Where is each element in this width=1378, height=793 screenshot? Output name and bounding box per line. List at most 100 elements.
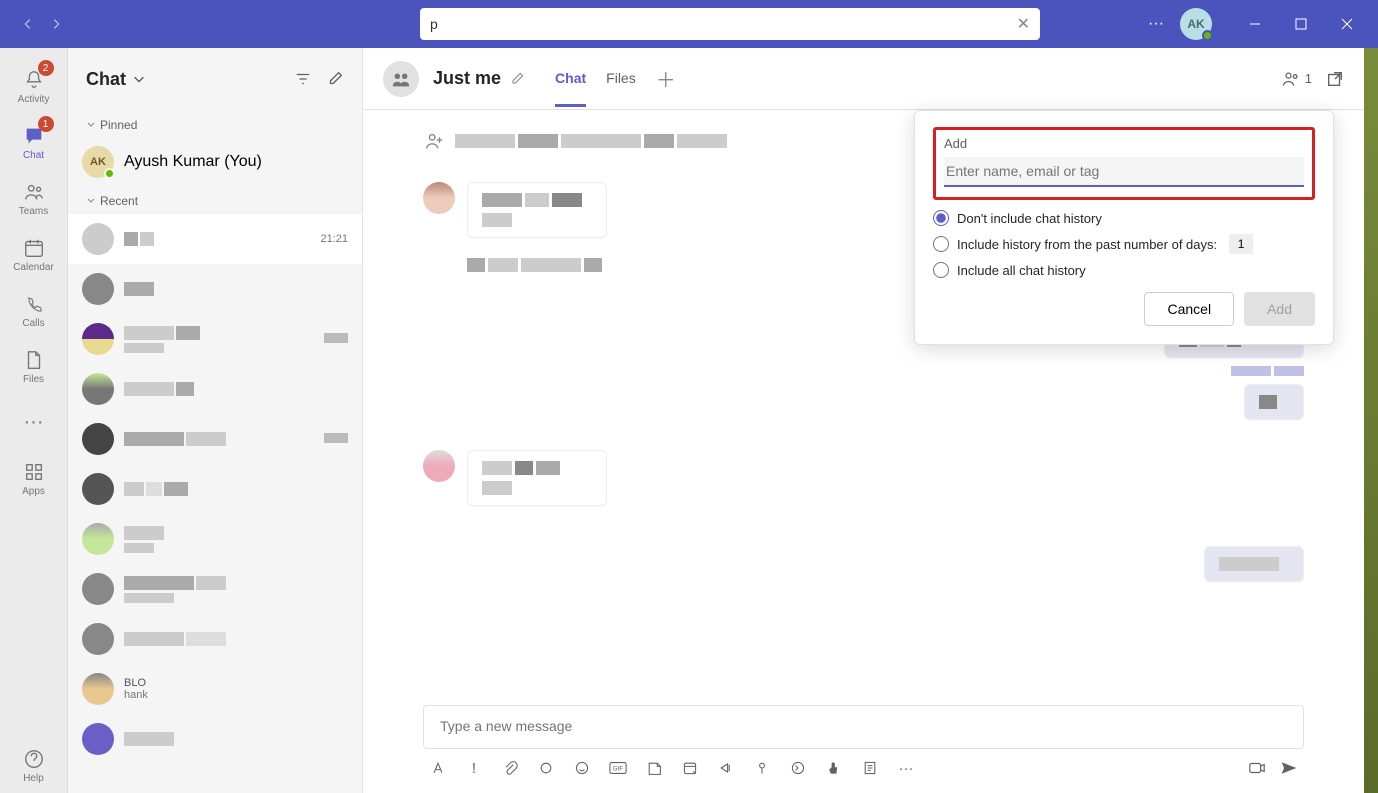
section-label-text: Pinned [100, 118, 137, 132]
chat-item[interactable] [68, 714, 362, 764]
rail-files[interactable]: Files [4, 338, 64, 394]
rail-calls[interactable]: Calls [4, 282, 64, 338]
files-icon [22, 348, 46, 372]
chat-panel-title[interactable]: Chat [86, 69, 146, 90]
pinned-section[interactable]: Pinned [68, 110, 362, 138]
search-box[interactable]: ✕ [420, 8, 1040, 40]
message-avatar [423, 182, 455, 214]
chat-item[interactable] [68, 264, 362, 314]
chat-item[interactable] [68, 414, 362, 464]
rail-help[interactable]: Help [4, 737, 64, 793]
message-row [423, 450, 1304, 506]
compose-input[interactable] [440, 718, 1287, 734]
presence-available-icon [1202, 30, 1213, 41]
participants-button[interactable]: 1 [1281, 69, 1312, 89]
history-option-none[interactable]: Don't include chat history [933, 210, 1315, 226]
more-actions-button[interactable]: ··· [897, 759, 915, 777]
radio-none[interactable] [933, 210, 949, 226]
search-input[interactable] [430, 16, 1017, 32]
days-input[interactable] [1229, 234, 1253, 254]
add-people-popover: Add Don't include chat history Include h… [914, 110, 1334, 345]
settings-more-button[interactable]: ··· [1144, 11, 1168, 37]
message-bubble[interactable] [467, 450, 607, 506]
tab-files[interactable]: Files [606, 51, 636, 107]
emoji-button[interactable] [573, 759, 591, 777]
window-minimize-button[interactable] [1232, 8, 1278, 40]
approval-button[interactable] [753, 759, 771, 777]
cancel-button[interactable]: Cancel [1144, 292, 1234, 326]
stream-button[interactable] [717, 759, 735, 777]
rail-label: Help [23, 773, 44, 784]
nav-forward-button[interactable] [44, 12, 68, 36]
tab-chat[interactable]: Chat [555, 51, 586, 107]
nav-back-button[interactable] [16, 12, 40, 36]
message-bubble-self[interactable] [1204, 546, 1304, 582]
add-button[interactable]: Add [1244, 292, 1315, 326]
edit-name-button[interactable] [509, 71, 525, 87]
caret-down-icon [86, 120, 96, 130]
praise-button[interactable] [825, 759, 843, 777]
popout-button[interactable] [1326, 70, 1344, 88]
rail-apps[interactable]: Apps [4, 450, 64, 506]
send-button[interactable] [1280, 759, 1298, 777]
chat-item[interactable]: BLOhank [68, 664, 362, 714]
rail-label: Apps [22, 486, 45, 497]
attach-button[interactable] [501, 759, 519, 777]
rail-calendar[interactable]: Calendar [4, 226, 64, 282]
pinned-chat-item[interactable]: AK Ayush Kumar (You) [68, 138, 362, 186]
polls-button[interactable] [861, 759, 879, 777]
message-row-self [423, 546, 1304, 582]
video-clip-button[interactable] [1248, 759, 1266, 777]
filter-button[interactable] [294, 70, 312, 88]
svg-text:GIF: GIF [613, 766, 624, 773]
compose-area: ! GIF ··· [363, 693, 1364, 793]
loop-button[interactable] [537, 759, 555, 777]
caret-down-icon [86, 196, 96, 206]
rail-label: Activity [18, 94, 50, 105]
add-tab-button[interactable]: ＋ [656, 64, 676, 93]
gif-button[interactable]: GIF [609, 759, 627, 777]
message-bubble-self[interactable] [1244, 384, 1304, 420]
schedule-button[interactable] [681, 759, 699, 777]
phone-icon [22, 292, 46, 316]
app-rail: Activity 2 Chat 1 Teams Calendar Calls F… [0, 48, 68, 793]
message-bubble[interactable] [467, 182, 607, 238]
radio-all[interactable] [933, 262, 949, 278]
chat-main: Just me Chat Files ＋ 1 hat. [363, 48, 1378, 793]
chat-panel-title-text: Chat [86, 69, 126, 90]
search-clear-button[interactable]: ✕ [1017, 14, 1030, 34]
rail-chat[interactable]: Chat 1 [4, 114, 64, 170]
chat-item[interactable] [68, 314, 362, 364]
user-avatar[interactable]: AK [1180, 8, 1212, 40]
priority-button[interactable]: ! [465, 759, 483, 777]
rail-more[interactable]: ··· [4, 394, 64, 450]
history-option-days[interactable]: Include history from the past number of … [933, 234, 1315, 254]
history-option-all[interactable]: Include all chat history [933, 262, 1315, 278]
rail-label: Files [23, 374, 44, 385]
message-avatar [423, 450, 455, 482]
chat-list-panel: Chat Pinned AK Ayush Kumar (You) Recent … [68, 48, 363, 793]
chat-item-time: 21:21 [320, 233, 348, 245]
radio-days[interactable] [933, 236, 949, 252]
new-chat-button[interactable] [326, 70, 344, 88]
chat-item[interactable] [68, 614, 362, 664]
chat-item[interactable] [68, 514, 362, 564]
chat-item[interactable] [68, 364, 362, 414]
recent-section[interactable]: Recent [68, 186, 362, 214]
pinned-avatar: AK [82, 146, 114, 178]
popover-title: Add [944, 136, 1304, 151]
chat-item[interactable]: 21:21 [68, 214, 362, 264]
add-people-input[interactable] [944, 157, 1304, 187]
sticker-button[interactable] [645, 759, 663, 777]
rail-teams[interactable]: Teams [4, 170, 64, 226]
chat-item[interactable] [68, 464, 362, 514]
avatar-initials: AK [1187, 17, 1204, 31]
viva-button[interactable] [789, 759, 807, 777]
window-maximize-button[interactable] [1278, 8, 1324, 40]
activity-badge: 2 [38, 60, 54, 76]
compose-box[interactable] [423, 705, 1304, 749]
chat-item[interactable] [68, 564, 362, 614]
rail-activity[interactable]: Activity 2 [4, 58, 64, 114]
format-button[interactable] [429, 759, 447, 777]
window-close-button[interactable] [1324, 8, 1370, 40]
